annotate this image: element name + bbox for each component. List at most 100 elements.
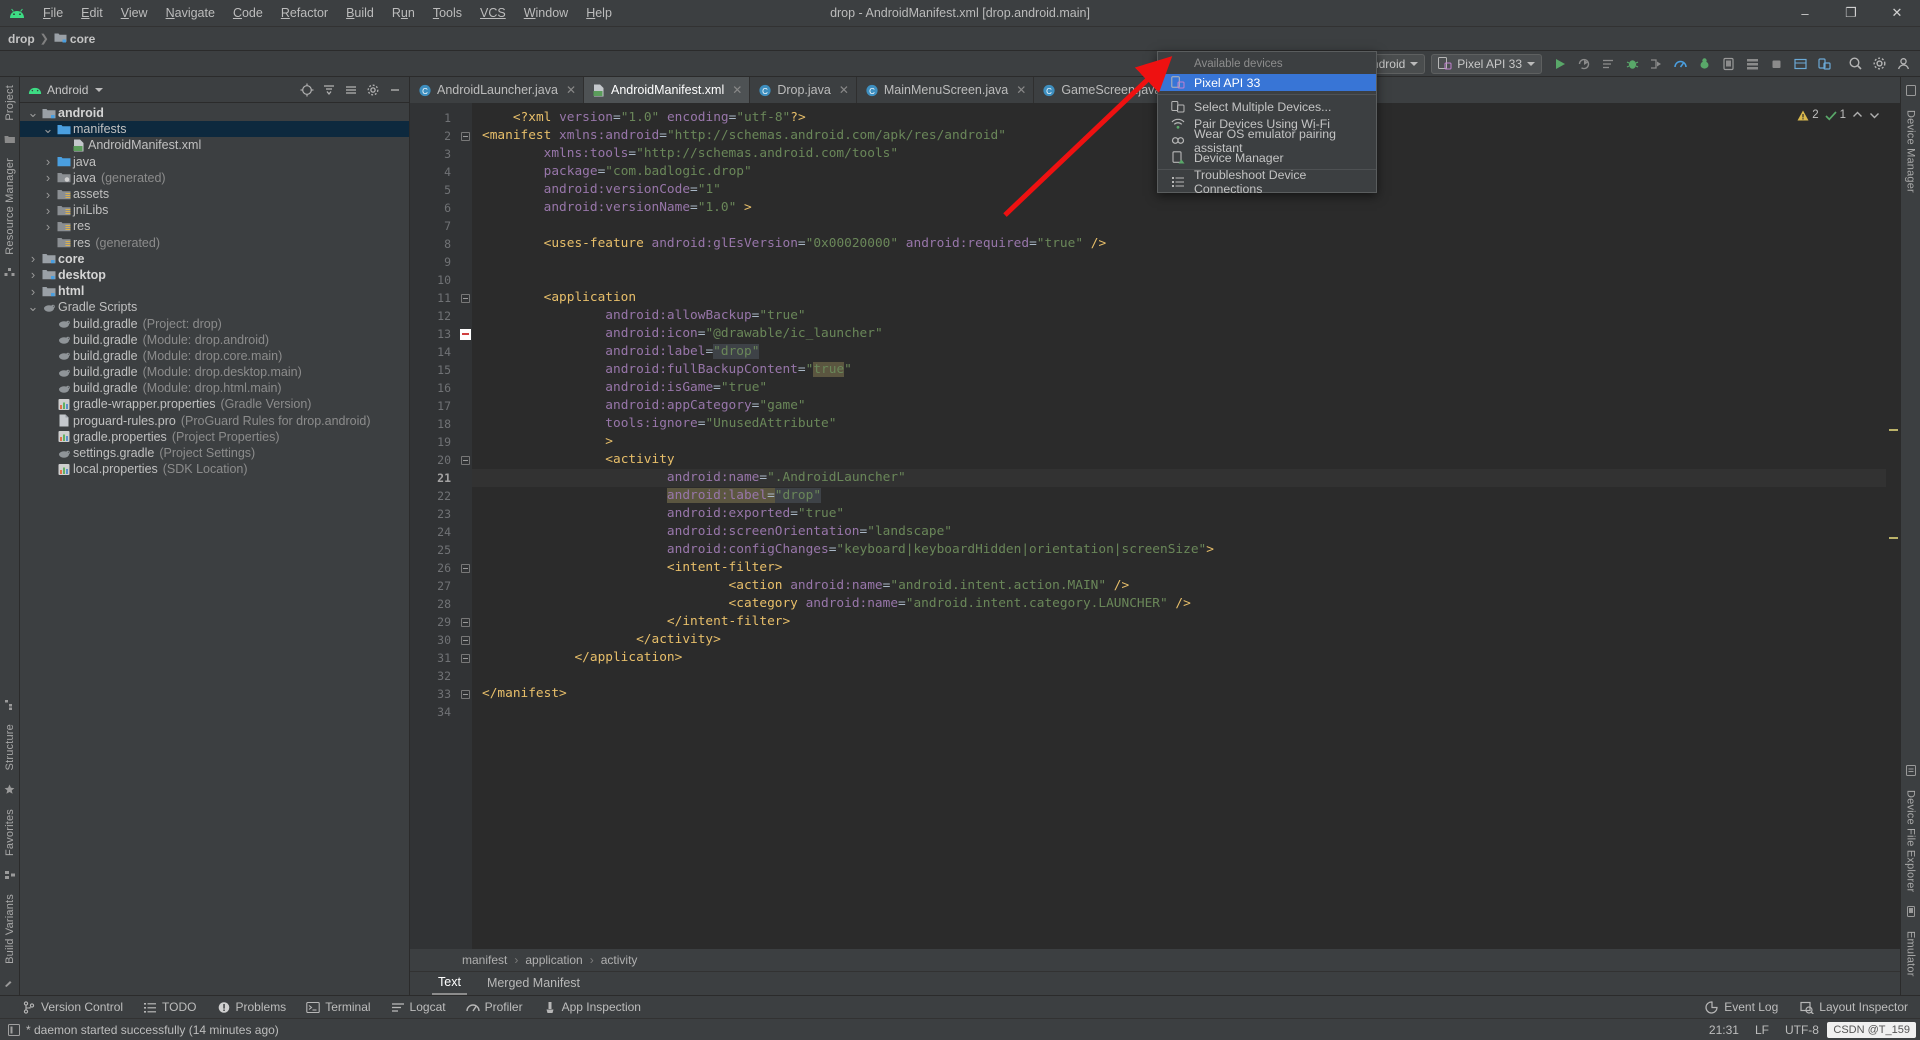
- chevron-right-icon[interactable]: ›: [41, 187, 55, 202]
- code-line[interactable]: </intent-filter>: [472, 613, 1886, 631]
- profiler-icon[interactable]: [1669, 53, 1691, 75]
- fold-toggle[interactable]: [458, 631, 472, 649]
- tree-node-build-gradle[interactable]: build.gradle(Module: drop.core.main): [20, 348, 409, 364]
- menu-help[interactable]: Help: [577, 3, 621, 23]
- tree-node-build-gradle[interactable]: build.gradle(Module: drop.android): [20, 332, 409, 348]
- menu-file[interactable]: File: [34, 3, 72, 23]
- code-line[interactable]: android:exported="true": [472, 505, 1886, 523]
- close-tab-icon[interactable]: ✕: [839, 83, 849, 97]
- fold-toggle[interactable]: [458, 451, 472, 469]
- editor-tab-androidmanifest-xml[interactable]: AndroidManifest.xml✕: [584, 77, 750, 103]
- sync-gradle-icon[interactable]: [1693, 53, 1715, 75]
- breadcrumb-module[interactable]: core: [70, 32, 95, 46]
- fold-minus-icon[interactable]: [461, 132, 470, 141]
- tool-window-favorites[interactable]: Favorites: [4, 801, 16, 864]
- code-line[interactable]: <category android:name="android.intent.c…: [472, 595, 1886, 613]
- menu-tools[interactable]: Tools: [424, 3, 471, 23]
- tree-node-proguard-rules-pro[interactable]: proguard-rules.pro(ProGuard Rules for dr…: [20, 413, 409, 429]
- close-tab-icon[interactable]: ✕: [1016, 83, 1026, 97]
- fold-toggle[interactable]: [458, 649, 472, 667]
- avd-manager-icon[interactable]: [1717, 53, 1739, 75]
- scroll-to-source-icon[interactable]: [297, 80, 317, 100]
- code-line[interactable]: </activity>: [472, 631, 1886, 649]
- tree-node-androidmanifest-xml[interactable]: AndroidManifest.xml: [20, 137, 409, 153]
- editor-breadcrumb-manifest[interactable]: manifest: [462, 953, 507, 967]
- tool-window-button-terminal[interactable]: Terminal: [306, 1000, 370, 1014]
- device-menu-item-troubleshoot-device-connections[interactable]: Troubleshoot Device Connections: [1158, 173, 1376, 190]
- warning-count[interactable]: 2: [1797, 109, 1818, 121]
- project-tree[interactable]: ⌄android⌄manifestsAndroidManifest.xml›ja…: [20, 103, 409, 995]
- chevron-right-icon[interactable]: ›: [26, 267, 40, 282]
- editor-tab-mainmenuscreen-java[interactable]: CMainMenuScreen.java✕: [857, 77, 1034, 103]
- close-tab-icon[interactable]: ✕: [732, 83, 742, 97]
- tree-node-res[interactable]: ›res: [20, 218, 409, 234]
- menu-navigate[interactable]: Navigate: [157, 3, 224, 23]
- fold-toggle[interactable]: [458, 289, 472, 307]
- editor-breadcrumbs[interactable]: manifest›application›activity: [410, 949, 1900, 971]
- tool-window-button-problems[interactable]: Problems: [217, 1000, 287, 1014]
- tree-node-java[interactable]: ›java(generated): [20, 170, 409, 186]
- menu-window[interactable]: Window: [515, 3, 577, 23]
- tool-window-project[interactable]: Project: [4, 77, 16, 129]
- fold-toggle[interactable]: [458, 613, 472, 631]
- chevron-down-icon[interactable]: ⌄: [41, 126, 55, 132]
- run-button[interactable]: [1549, 53, 1571, 75]
- tree-node-jnilibs[interactable]: ›jniLibs: [20, 202, 409, 218]
- attach-debugger-icon[interactable]: [1645, 53, 1667, 75]
- code-line[interactable]: android:label="drop": [472, 487, 1886, 505]
- code-line[interactable]: [472, 703, 1886, 721]
- editor-bottom-tabs[interactable]: Text Merged Manifest: [410, 971, 1900, 995]
- tool-window-structure[interactable]: Structure: [4, 716, 16, 778]
- tree-node-local-properties[interactable]: local.properties(SDK Location): [20, 461, 409, 477]
- code-line[interactable]: [472, 217, 1886, 235]
- tree-node-build-gradle[interactable]: build.gradle(Module: drop.html.main): [20, 380, 409, 396]
- device-mirror-icon[interactable]: [1813, 53, 1835, 75]
- menu-build[interactable]: Build: [337, 3, 383, 23]
- chevron-down-icon[interactable]: [95, 88, 103, 92]
- tool-window-button-layout-inspector[interactable]: Layout Inspector: [1800, 1000, 1908, 1014]
- code-line[interactable]: android:fullBackupContent="true": [472, 361, 1886, 379]
- device-menu-item-pixel-api-33[interactable]: Pixel API 33: [1158, 74, 1376, 91]
- code-content[interactable]: <?xml version="1.0" encoding="utf-8"?><m…: [472, 103, 1886, 949]
- device-dropdown-menu[interactable]: Available devicesPixel API 33Select Mult…: [1157, 51, 1377, 193]
- code-line[interactable]: tools:ignore="UnusedAttribute": [472, 415, 1886, 433]
- tool-window-button-version-control[interactable]: Version Control: [22, 1000, 123, 1014]
- tool-window-button-app-inspection[interactable]: App Inspection: [543, 1000, 641, 1014]
- editor-tab-androidlauncher-java[interactable]: CAndroidLauncher.java✕: [410, 77, 584, 103]
- menu-edit[interactable]: Edit: [72, 3, 112, 23]
- tool-window-device-manager[interactable]: Device Manager: [1905, 102, 1917, 201]
- fold-toggle[interactable]: [458, 559, 472, 577]
- editor-bottom-tab-merged-manifest[interactable]: Merged Manifest: [481, 974, 586, 994]
- sdk-manager-icon[interactable]: [1741, 53, 1763, 75]
- settings-icon[interactable]: [1868, 53, 1890, 75]
- debug-icon[interactable]: [1621, 53, 1643, 75]
- caret-position[interactable]: 21:31: [1709, 1023, 1739, 1037]
- next-problem-button[interactable]: [1869, 111, 1880, 119]
- code-line[interactable]: <action android:name="android.intent.act…: [472, 577, 1886, 595]
- code-line[interactable]: >: [472, 433, 1886, 451]
- tree-node-res[interactable]: res(generated): [20, 235, 409, 251]
- tool-window-button-todo[interactable]: TODO: [143, 1000, 196, 1014]
- minimize-button[interactable]: –: [1782, 0, 1828, 27]
- tree-node-html[interactable]: ›html: [20, 283, 409, 299]
- device-selector[interactable]: Pixel API 33: [1431, 54, 1542, 74]
- apply-code-changes-icon[interactable]: [1597, 53, 1619, 75]
- expand-all-icon[interactable]: [319, 80, 339, 100]
- tree-node-build-gradle[interactable]: build.gradle(Module: drop.desktop.main): [20, 364, 409, 380]
- tree-node-gradle-wrapper-properties[interactable]: gradle-wrapper.properties(Gradle Version…: [20, 396, 409, 412]
- tree-node-android[interactable]: ⌄android: [20, 105, 409, 121]
- chevron-right-icon[interactable]: ›: [41, 154, 55, 169]
- chevron-right-icon[interactable]: ›: [41, 203, 55, 218]
- code-line[interactable]: android:label="drop": [472, 343, 1886, 361]
- tree-node-gradle-scripts[interactable]: ⌄Gradle Scripts: [20, 299, 409, 315]
- fold-minus-icon[interactable]: [461, 636, 470, 645]
- code-line[interactable]: android:appCategory="game": [472, 397, 1886, 415]
- code-line[interactable]: [472, 667, 1886, 685]
- collapse-all-icon[interactable]: [341, 80, 361, 100]
- chevron-down-icon[interactable]: ⌄: [26, 110, 40, 116]
- editor-bottom-tab-text[interactable]: Text: [432, 973, 467, 995]
- code-line[interactable]: [472, 271, 1886, 289]
- breadcrumb-project[interactable]: drop: [8, 32, 35, 46]
- tree-node-desktop[interactable]: ›desktop: [20, 267, 409, 283]
- account-icon[interactable]: [1892, 53, 1914, 75]
